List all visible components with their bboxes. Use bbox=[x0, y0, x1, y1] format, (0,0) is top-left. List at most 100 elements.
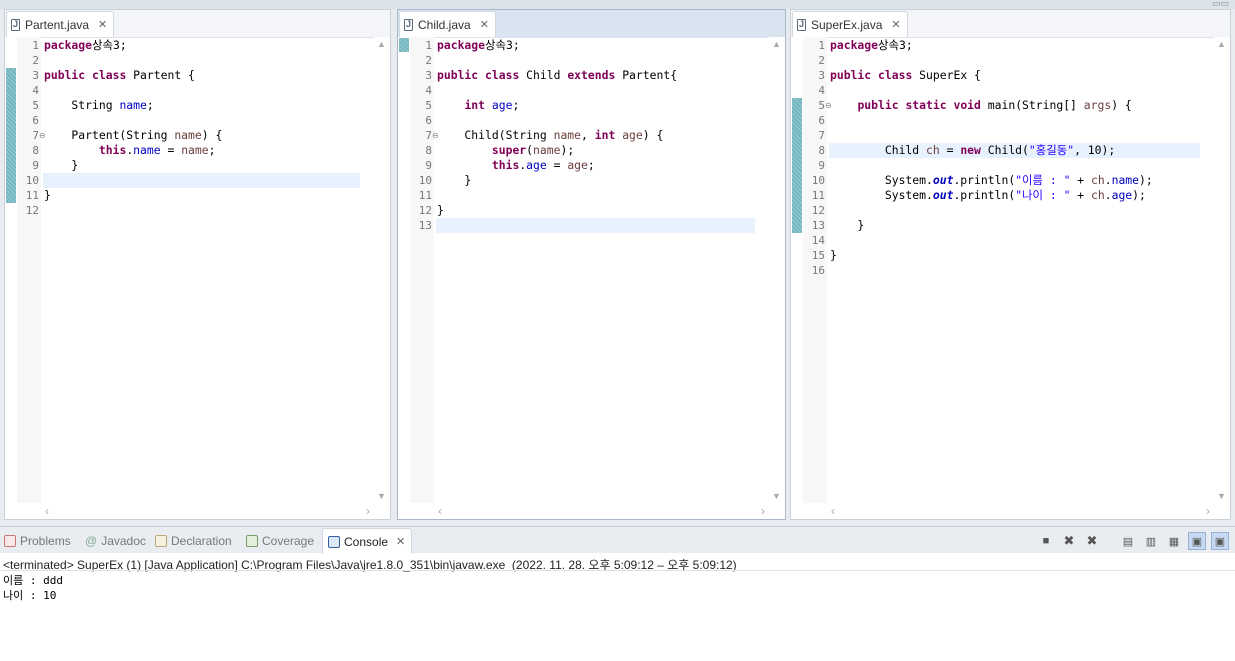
code-token: SuperEx { bbox=[912, 68, 981, 82]
line-number: 8 bbox=[32, 144, 39, 157]
line-number: 12 bbox=[25, 204, 39, 217]
minimize-maximize-icon[interactable]: ▭▭ bbox=[1212, 0, 1229, 9]
code-token: ); bbox=[1139, 173, 1153, 187]
code-token: .println( bbox=[953, 188, 1016, 202]
line-number: 11 bbox=[25, 189, 39, 202]
code-line: 12 bbox=[791, 203, 1230, 218]
code-line: 12 bbox=[5, 203, 390, 218]
tab-superex-java[interactable]: J SuperEx.java ✕ bbox=[792, 11, 908, 37]
scroll-left-icon[interactable]: ‹ bbox=[45, 504, 49, 518]
line-number: 4 bbox=[818, 84, 825, 97]
java-file-icon: J bbox=[404, 18, 413, 31]
vertical-scrollbar[interactable]: ▲ ▼ bbox=[769, 37, 785, 503]
scroll-right-icon[interactable]: › bbox=[761, 504, 765, 518]
line-number: 15 bbox=[811, 249, 825, 262]
horizontal-scrollbar[interactable]: ‹ › bbox=[41, 503, 374, 519]
code-line: 4 bbox=[398, 83, 785, 98]
remove-all-terminated-icon[interactable]: ✖ bbox=[1083, 532, 1101, 550]
show-console-on-stdout-icon[interactable]: ▣ bbox=[1188, 532, 1206, 550]
scroll-down-icon[interactable]: ▼ bbox=[772, 491, 781, 501]
code-line: 9 } bbox=[5, 158, 390, 173]
scroll-lock-icon[interactable]: ▥ bbox=[1142, 532, 1160, 550]
remove-launch-icon[interactable]: ✖ bbox=[1060, 532, 1078, 550]
code-token: age bbox=[622, 128, 643, 142]
code-text: this.name = name; bbox=[43, 143, 360, 158]
tab-declaration[interactable]: Declaration bbox=[155, 530, 232, 552]
scroll-right-icon[interactable]: › bbox=[1206, 504, 1210, 518]
line-number: 11 bbox=[418, 189, 432, 202]
tab-coverage[interactable]: Coverage bbox=[246, 530, 314, 552]
scroll-left-icon[interactable]: ‹ bbox=[831, 504, 835, 518]
code-token: String bbox=[44, 98, 120, 112]
tab-child-java[interactable]: J Child.java ✕ bbox=[399, 11, 496, 37]
scroll-up-icon[interactable]: ▲ bbox=[772, 39, 781, 49]
code-line: 6 bbox=[791, 113, 1230, 128]
editor-tabbar: J SuperEx.java ✕ bbox=[791, 10, 1230, 38]
tab-javadoc[interactable]: @ Javadoc bbox=[85, 530, 146, 552]
code-token: 상속3; bbox=[92, 38, 127, 52]
code-token: + bbox=[1070, 173, 1092, 187]
code-text: int age; bbox=[436, 98, 755, 113]
code-token: } bbox=[44, 158, 79, 172]
show-console-on-stderr-icon[interactable]: ▣ bbox=[1211, 532, 1229, 550]
tab-label: Child.java bbox=[418, 17, 471, 32]
code-token: } bbox=[437, 203, 444, 217]
code-token: public bbox=[857, 98, 899, 112]
close-icon[interactable]: ✕ bbox=[891, 18, 900, 31]
code-line: 3 public class SuperEx { bbox=[791, 68, 1230, 83]
close-icon[interactable]: ✕ bbox=[480, 18, 489, 31]
code-token: int bbox=[464, 98, 486, 112]
close-icon[interactable]: ✕ bbox=[98, 18, 107, 31]
scroll-right-icon[interactable]: › bbox=[366, 504, 370, 518]
horizontal-scrollbar[interactable]: ‹ › bbox=[827, 503, 1214, 519]
code-token: package bbox=[437, 38, 486, 52]
horizontal-scrollbar[interactable]: ‹ › bbox=[434, 503, 769, 519]
vertical-scrollbar[interactable]: ▲ ▼ bbox=[1214, 37, 1230, 503]
code-line: 13 } bbox=[791, 218, 1230, 233]
scroll-up-icon[interactable]: ▲ bbox=[1217, 39, 1226, 49]
line-number: 7 bbox=[32, 129, 39, 142]
bottom-view-tabbar: Problems @ Javadoc Declaration Coverage … bbox=[0, 527, 1235, 554]
line-number: 14 bbox=[811, 234, 825, 247]
code-token: class bbox=[878, 68, 913, 82]
terminate-icon[interactable]: ■ bbox=[1037, 532, 1055, 550]
tab-label: Declaration bbox=[171, 534, 232, 548]
scroll-down-icon[interactable]: ▼ bbox=[377, 491, 386, 501]
code-line: 8 Child ch = new Child("홍길동", 10); bbox=[791, 143, 1230, 158]
code-token: extends bbox=[567, 68, 616, 82]
javadoc-icon: @ bbox=[85, 534, 98, 548]
code-area[interactable]: 1 package상속3; 2 3 public class SuperEx {4 5 ⊖ … bbox=[791, 37, 1230, 519]
line-number: 6 bbox=[32, 114, 39, 127]
close-icon[interactable]: ✕ bbox=[396, 535, 405, 548]
line-number: 9 bbox=[425, 159, 432, 172]
code-token: public bbox=[44, 68, 86, 82]
line-number: 13 bbox=[418, 219, 432, 232]
scroll-up-icon[interactable]: ▲ bbox=[377, 39, 386, 49]
code-token: = bbox=[939, 143, 961, 157]
line-number: 7 bbox=[818, 129, 825, 142]
tab-partent-java[interactable]: J Partent.java ✕ bbox=[6, 11, 115, 37]
scroll-left-icon[interactable]: ‹ bbox=[438, 504, 442, 518]
clear-console-icon[interactable]: ▤ bbox=[1119, 532, 1137, 550]
code-token: , 10); bbox=[1074, 143, 1116, 157]
code-token: age bbox=[567, 158, 588, 172]
code-area[interactable]: 1 package상속3; 2 3 public class Child extends… bbox=[398, 37, 785, 519]
tab-problems[interactable]: Problems bbox=[4, 530, 71, 552]
tab-console[interactable]: Console ✕ bbox=[322, 528, 413, 554]
code-token: static bbox=[905, 98, 947, 112]
tab-label: Coverage bbox=[262, 534, 315, 548]
code-token: Child bbox=[830, 143, 927, 157]
code-token: Partent(String bbox=[44, 128, 175, 142]
code-area[interactable]: 1 package상속3; 2 3 public class Partent {4 5 S… bbox=[5, 37, 390, 519]
code-token: super bbox=[491, 143, 527, 157]
code-line: 13 bbox=[398, 218, 785, 233]
code-token: package bbox=[830, 38, 879, 52]
vertical-scrollbar[interactable]: ▲ ▼ bbox=[374, 37, 390, 503]
scroll-down-icon[interactable]: ▼ bbox=[1217, 491, 1226, 501]
code-token: ch bbox=[926, 143, 940, 157]
code-token: this bbox=[491, 158, 520, 172]
word-wrap-icon[interactable]: ▦ bbox=[1165, 532, 1183, 550]
